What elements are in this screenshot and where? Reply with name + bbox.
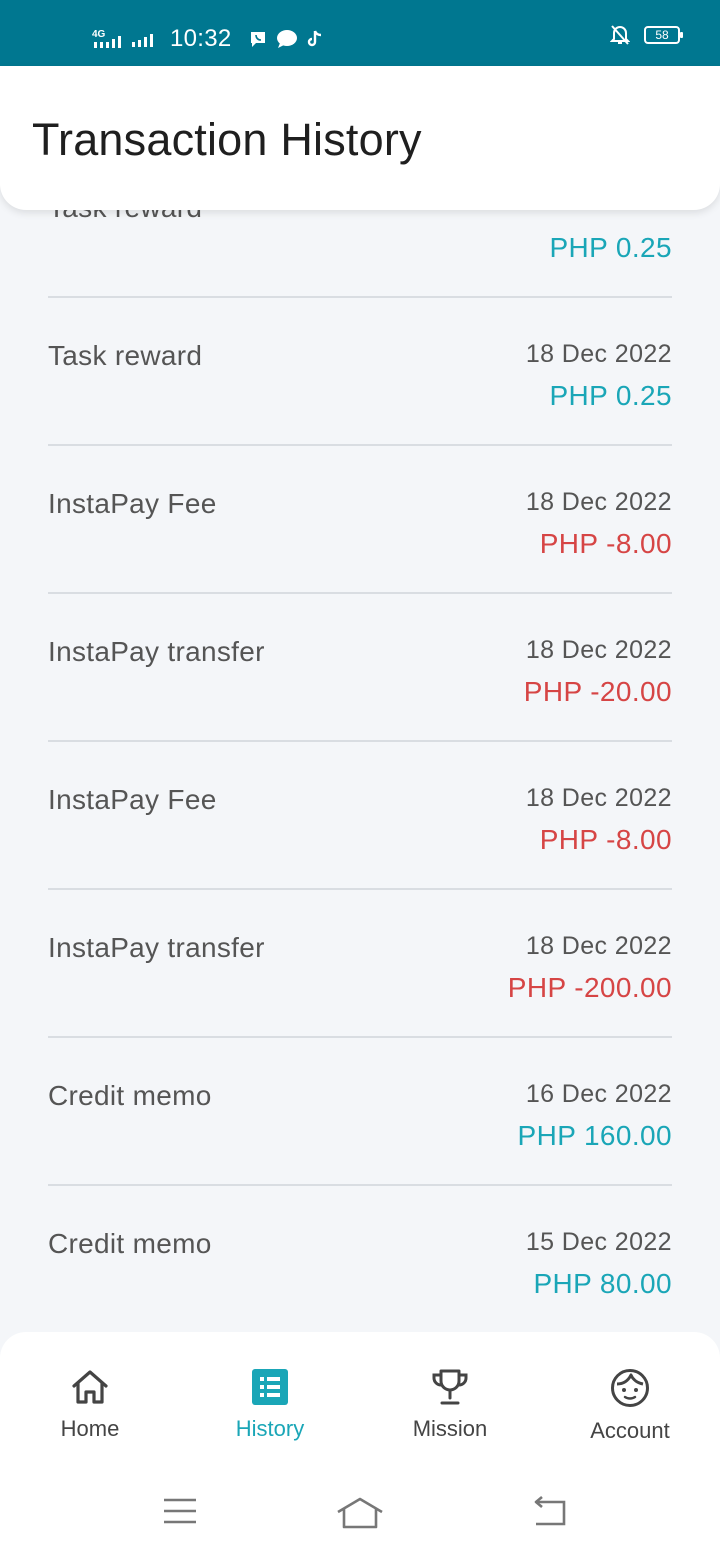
face-icon xyxy=(611,1369,649,1407)
transaction-date: 18 Dec 2022 xyxy=(525,932,672,960)
transaction-row[interactable]: Task reward 18 Dec 2022 PHP 0.25 xyxy=(48,298,672,446)
battery-icon: 58 xyxy=(644,26,683,44)
home-icon xyxy=(72,1370,108,1404)
system-nav-bar xyxy=(0,1496,720,1546)
status-bar: 4G 10:32 58 xyxy=(0,0,720,66)
transaction-label: Task reward xyxy=(48,340,203,371)
nav-history-label: History xyxy=(235,1416,305,1441)
tiktok-icon xyxy=(307,30,321,47)
transaction-date: 18 Dec 2022 xyxy=(525,488,672,516)
transaction-amount: PHP -200.00 xyxy=(507,972,672,1003)
transaction-amount: PHP -8.00 xyxy=(539,824,672,855)
transaction-date: 18 Dec 2022 xyxy=(525,784,672,812)
transaction-list[interactable]: Task reward PHP 0.25 Task reward 18 Dec … xyxy=(48,150,672,1334)
transaction-label: InstaPay transfer xyxy=(48,636,265,667)
viber-icon xyxy=(250,32,265,47)
nav-mission[interactable]: Mission xyxy=(360,1368,540,1458)
transaction-amount: PHP 80.00 xyxy=(533,1268,672,1299)
home-button-icon[interactable] xyxy=(335,1496,385,1530)
nav-history[interactable]: History xyxy=(180,1368,360,1458)
list-icon xyxy=(252,1369,288,1405)
app-header: Transaction History xyxy=(0,66,720,210)
transaction-label: InstaPay Fee xyxy=(48,488,217,519)
nav-mission-label: Mission xyxy=(412,1416,488,1441)
clock: 10:32 xyxy=(170,25,232,52)
nav-account-label: Account xyxy=(590,1418,670,1443)
transaction-label: Credit memo xyxy=(48,1080,212,1111)
back-icon[interactable] xyxy=(528,1496,568,1528)
transaction-date: 18 Dec 2022 xyxy=(525,636,672,664)
transaction-amount: PHP -20.00 xyxy=(523,676,672,707)
transaction-label: Credit memo xyxy=(48,1228,212,1259)
chat-icon xyxy=(276,30,297,48)
trophy-icon xyxy=(432,1369,468,1405)
nav-home[interactable]: Home xyxy=(0,1368,180,1458)
transaction-amount: PHP 0.25 xyxy=(549,232,672,263)
transaction-label: InstaPay Fee xyxy=(48,784,217,815)
page-title: Transaction History xyxy=(32,114,422,165)
transaction-date: 16 Dec 2022 xyxy=(525,1080,672,1108)
transaction-row[interactable]: Credit memo 16 Dec 2022 PHP 160.00 xyxy=(48,1038,672,1186)
transaction-amount: PHP -8.00 xyxy=(539,528,672,559)
transaction-amount: PHP 0.25 xyxy=(549,380,672,411)
nav-account[interactable]: Account xyxy=(540,1368,720,1458)
transaction-row[interactable]: InstaPay transfer 18 Dec 2022 PHP -20.00 xyxy=(48,594,672,742)
transaction-date: 18 Dec 2022 xyxy=(525,340,672,368)
signal-icon xyxy=(132,34,153,47)
transaction-amount: PHP 160.00 xyxy=(517,1120,672,1151)
transaction-row[interactable]: InstaPay Fee 18 Dec 2022 PHP -8.00 xyxy=(48,742,672,890)
mute-icon xyxy=(610,25,630,45)
transaction-row[interactable]: InstaPay Fee 18 Dec 2022 PHP -8.00 xyxy=(48,446,672,594)
transaction-date: 15 Dec 2022 xyxy=(525,1228,672,1256)
signal-icon: 4G xyxy=(92,29,121,48)
bottom-nav: Home History Mission Account xyxy=(0,1332,720,1560)
transaction-row[interactable]: InstaPay transfer 18 Dec 2022 PHP -200.0… xyxy=(48,890,672,1038)
menu-icon[interactable] xyxy=(162,1496,198,1526)
nav-home-label: Home xyxy=(60,1416,120,1441)
transaction-row[interactable]: Credit memo 15 Dec 2022 PHP 80.00 xyxy=(48,1186,672,1334)
network-type: 4G xyxy=(92,29,106,40)
transaction-label: InstaPay transfer xyxy=(48,932,265,963)
